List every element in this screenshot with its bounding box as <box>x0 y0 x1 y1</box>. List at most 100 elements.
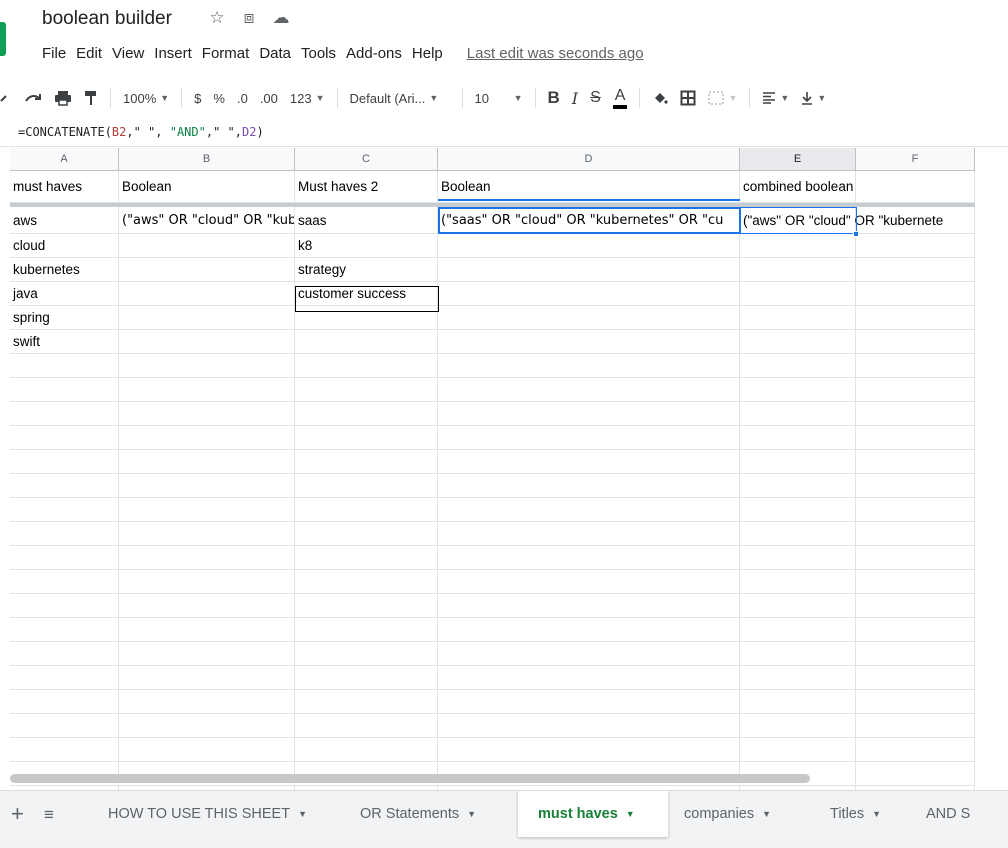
menu-edit[interactable]: Edit <box>76 45 102 62</box>
star-icon[interactable]: ☆ <box>208 8 226 28</box>
cell-b18[interactable] <box>119 594 295 618</box>
cell-c3[interactable]: k8 <box>295 234 438 258</box>
cell-a24[interactable] <box>10 738 119 762</box>
sheet-tab-or-statements[interactable]: OR Statements ▼ <box>344 791 518 837</box>
cell-c9[interactable] <box>295 378 438 402</box>
cell-e18[interactable] <box>740 594 856 618</box>
column-header-d[interactable]: D <box>438 148 740 171</box>
cell-a3[interactable]: cloud <box>10 234 119 258</box>
cell-b9[interactable] <box>119 378 295 402</box>
cell-f5[interactable] <box>856 282 975 306</box>
font-size-select[interactable]: 10 ▼ <box>469 84 529 112</box>
cell-a7[interactable]: swift <box>10 330 119 354</box>
cell-c5[interactable]: customer success <box>295 282 438 306</box>
cell-a14[interactable] <box>10 498 119 522</box>
cell-c1[interactable]: Must haves 2 <box>295 171 438 203</box>
all-sheets-icon[interactable]: ≡ <box>44 805 54 825</box>
column-header-e[interactable]: E <box>740 148 856 171</box>
cell-b11[interactable] <box>119 426 295 450</box>
cell-b2[interactable]: ("aws" OR "cloud" OR "kubernetes" <box>119 207 295 234</box>
menu-format[interactable]: Format <box>202 45 250 62</box>
cell-e22[interactable] <box>740 690 856 714</box>
paint-format-icon[interactable] <box>78 84 104 112</box>
cell-c23[interactable] <box>295 714 438 738</box>
cloud-status-icon[interactable]: ☁ <box>272 8 290 28</box>
cell-d20[interactable] <box>438 642 740 666</box>
menu-file[interactable]: File <box>42 45 66 62</box>
cell-e16[interactable] <box>740 546 856 570</box>
cell-a22[interactable] <box>10 690 119 714</box>
cell-a10[interactable] <box>10 402 119 426</box>
cell-e20[interactable] <box>740 642 856 666</box>
percent-format-button[interactable]: % <box>207 84 231 112</box>
cell-b22[interactable] <box>119 690 295 714</box>
add-sheet-icon[interactable]: + <box>11 801 24 827</box>
cell-a1[interactable]: must haves <box>10 171 119 203</box>
cell-f4[interactable] <box>856 258 975 282</box>
cell-a9[interactable] <box>10 378 119 402</box>
cell-a12[interactable] <box>10 450 119 474</box>
fill-color-icon[interactable] <box>646 84 674 112</box>
sheet-tab-how-to-use[interactable]: HOW TO USE THIS SHEET ▼ <box>92 791 344 837</box>
undo-icon[interactable] <box>0 84 18 112</box>
cell-b13[interactable] <box>119 474 295 498</box>
cell-e3[interactable] <box>740 234 856 258</box>
cell-b12[interactable] <box>119 450 295 474</box>
formula-bar[interactable]: =CONCATENATE(B2," ", "AND"," ",D2) <box>0 120 1008 147</box>
cell-c20[interactable] <box>295 642 438 666</box>
cell-d2[interactable]: ("saas" OR "cloud" OR "kubernetes" OR "c… <box>438 207 740 234</box>
cell-e24[interactable] <box>740 738 856 762</box>
cell-f8[interactable] <box>856 354 975 378</box>
sheet-tab-titles[interactable]: Titles ▼ <box>814 791 910 837</box>
cell-f16[interactable] <box>856 546 975 570</box>
cell-c13[interactable] <box>295 474 438 498</box>
cell-d23[interactable] <box>438 714 740 738</box>
cell-c8[interactable] <box>295 354 438 378</box>
cell-d14[interactable] <box>438 498 740 522</box>
cell-a4[interactable]: kubernetes <box>10 258 119 282</box>
cell-e11[interactable] <box>740 426 856 450</box>
cell-c4[interactable]: strategy <box>295 258 438 282</box>
cell-b1[interactable]: Boolean <box>119 171 295 203</box>
cell-f13[interactable] <box>856 474 975 498</box>
sheet-tab-must-haves[interactable]: must haves ▼ <box>518 791 668 837</box>
menu-data[interactable]: Data <box>259 45 291 62</box>
cell-f25[interactable] <box>856 762 975 786</box>
sheet-tab-and-statements[interactable]: AND S <box>910 791 1008 837</box>
cell-d3[interactable] <box>438 234 740 258</box>
menu-view[interactable]: View <box>112 45 144 62</box>
move-to-folder-icon[interactable]: ⧈ <box>240 8 258 28</box>
cell-e19[interactable] <box>740 618 856 642</box>
cell-f23[interactable] <box>856 714 975 738</box>
cell-f7[interactable] <box>856 330 975 354</box>
more-formats-button[interactable]: 123 ▼ <box>284 84 331 112</box>
cell-a15[interactable] <box>10 522 119 546</box>
italic-button[interactable]: I <box>566 84 584 112</box>
cell-d7[interactable] <box>438 330 740 354</box>
menu-insert[interactable]: Insert <box>154 45 192 62</box>
horizontal-scrollbar[interactable] <box>10 774 810 783</box>
currency-format-button[interactable]: $ <box>188 84 207 112</box>
cell-d15[interactable] <box>438 522 740 546</box>
cell-d19[interactable] <box>438 618 740 642</box>
text-color-button[interactable]: A <box>607 84 634 112</box>
cell-f12[interactable] <box>856 450 975 474</box>
cell-f6[interactable] <box>856 306 975 330</box>
fill-handle[interactable] <box>853 231 859 237</box>
cell-e8[interactable] <box>740 354 856 378</box>
cell-f19[interactable] <box>856 618 975 642</box>
cell-c12[interactable] <box>295 450 438 474</box>
cell-d17[interactable] <box>438 570 740 594</box>
cell-c17[interactable] <box>295 570 438 594</box>
borders-icon[interactable] <box>674 84 702 112</box>
strikethrough-button[interactable]: S <box>584 84 607 112</box>
cell-c2[interactable]: saas <box>295 207 438 234</box>
cell-d10[interactable] <box>438 402 740 426</box>
cell-c22[interactable] <box>295 690 438 714</box>
cell-b19[interactable] <box>119 618 295 642</box>
cell-d8[interactable] <box>438 354 740 378</box>
cell-e4[interactable] <box>740 258 856 282</box>
cell-b15[interactable] <box>119 522 295 546</box>
cell-d4[interactable] <box>438 258 740 282</box>
cell-b7[interactable] <box>119 330 295 354</box>
